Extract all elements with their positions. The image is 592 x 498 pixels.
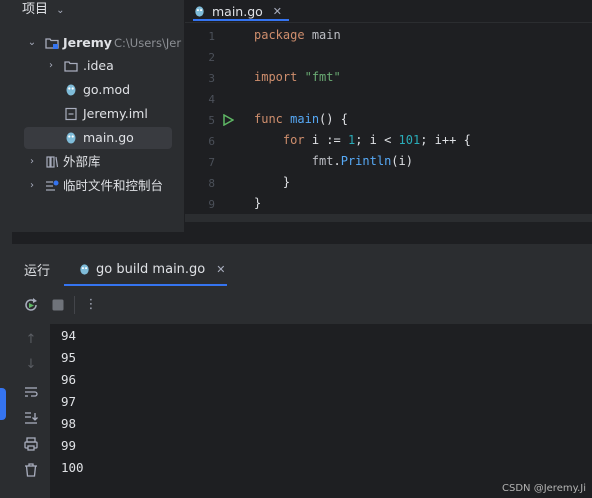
arrow-up-icon[interactable]: ↑	[23, 332, 39, 348]
soft-wrap-icon[interactable]	[23, 384, 39, 400]
library-icon	[46, 156, 59, 168]
output-line: 97	[61, 394, 77, 409]
project-title: 项目	[22, 2, 49, 17]
chevron-down-icon: ⌄	[27, 37, 37, 48]
code-editor[interactable]: main.go ✕ 1 2 3 4 5 6 7 8 9 package main…	[185, 0, 592, 232]
tree-item-scratches[interactable]: › 临时文件和控制台	[12, 175, 184, 197]
rerun-icon[interactable]	[23, 297, 39, 313]
code-line-6: for i := 1; i < 101; i++ {	[282, 133, 471, 147]
tab-go-build-main[interactable]: go build main.go ✕	[78, 258, 225, 280]
chevron-right-icon: ›	[30, 156, 34, 167]
output-line: 95	[61, 350, 77, 365]
code-line-5: func main() {	[254, 112, 348, 126]
editor-tab-bar: main.go ✕	[185, 0, 592, 23]
toolbar-divider	[74, 296, 75, 314]
tree-item-label: .idea	[83, 58, 114, 73]
chevron-right-icon: ›	[30, 180, 34, 191]
tree-item-label: 临时文件和控制台	[63, 178, 164, 193]
project-header[interactable]: 项目 ⌄	[22, 0, 65, 17]
run-toolbar: ⋮	[12, 290, 592, 320]
stop-icon[interactable]	[51, 298, 65, 312]
line-number: 9	[208, 198, 215, 211]
tree-item-go-mod[interactable]: go.mod	[12, 79, 184, 101]
run-gutter-icon[interactable]	[222, 114, 234, 126]
close-icon[interactable]: ✕	[273, 5, 282, 18]
line-number: 5	[208, 114, 215, 127]
tree-item-label: go.mod	[83, 82, 131, 97]
tree-item-jeremy-iml[interactable]: Jeremy.iml	[12, 103, 184, 125]
file-icon	[65, 107, 77, 121]
console-output[interactable]: 94 95 96 97 98 99 100	[50, 324, 592, 498]
tree-item-jeremy[interactable]: ⌄ Jeremy C:\Users\Jer	[12, 32, 184, 54]
code-line-9: }	[254, 196, 262, 210]
line-number: 4	[208, 93, 215, 106]
line-number: 3	[208, 72, 215, 85]
line-number: 8	[208, 177, 215, 190]
tree-item-main-go[interactable]: main.go	[24, 127, 172, 149]
active-tool-indicator[interactable]	[0, 388, 6, 420]
output-line: 96	[61, 372, 77, 387]
tree-item-label: main.go	[83, 130, 134, 145]
tree-item-idea[interactable]: › .idea	[12, 55, 184, 77]
go-run-config-icon	[80, 263, 89, 275]
line-number-gutter: 1 2 3 4 5 6 7 8 9	[185, 24, 247, 224]
folder-icon	[64, 61, 78, 72]
tree-item-label: 外部库	[63, 154, 101, 169]
close-icon[interactable]: ✕	[216, 263, 225, 276]
scratches-icon	[46, 180, 59, 191]
scroll-to-end-icon[interactable]	[23, 410, 39, 426]
chevron-right-icon: ›	[49, 60, 53, 71]
line-number: 1	[208, 30, 215, 43]
code-line-7: fmt.Println(i)	[311, 154, 413, 168]
print-icon[interactable]	[23, 436, 39, 452]
more-options-icon[interactable]: ⋮	[83, 297, 99, 313]
output-line: 94	[61, 328, 77, 343]
code-line-3: import "fmt"	[254, 70, 341, 84]
tree-item-label: Jeremy.iml	[83, 106, 148, 121]
tree-item-external-libraries[interactable]: › 外部库	[12, 151, 184, 173]
line-number: 6	[208, 135, 215, 148]
line-number: 2	[208, 51, 215, 64]
tree-item-path: C:\Users\Jer	[114, 36, 182, 50]
arrow-down-icon[interactable]: ↓	[23, 357, 39, 373]
active-run-tab-indicator	[64, 284, 227, 286]
code-line-8: }	[254, 175, 291, 189]
project-panel: 项目 ⌄ ⌄ Jeremy C:\Users\Jer › .idea go.mo…	[12, 0, 184, 232]
watermark: CSDN @Jeremy.Ji	[502, 483, 586, 494]
module-folder-icon	[45, 38, 59, 49]
go-file-icon	[195, 5, 204, 17]
line-number: 7	[208, 156, 215, 169]
run-panel: 运行 go build main.go ✕ ⋮ ↑ ↓ 94 95 96 97 …	[12, 246, 592, 498]
code-line-1: package main	[254, 28, 341, 42]
editor-horizontal-scrollbar[interactable]	[185, 214, 592, 222]
output-line: 98	[61, 416, 77, 431]
console-side-toolbar: ↑ ↓	[12, 324, 50, 498]
tree-item-label: Jeremy	[63, 35, 112, 50]
run-panel-title: 运行	[24, 264, 51, 279]
go-file-icon	[66, 132, 76, 144]
trash-icon[interactable]	[23, 462, 39, 478]
output-line: 100	[61, 460, 84, 475]
chevron-down-icon: ⌄	[56, 5, 65, 16]
output-line: 99	[61, 438, 77, 453]
tab-label: main.go	[212, 3, 263, 19]
go-mod-icon	[66, 84, 76, 96]
active-tab-indicator	[193, 19, 289, 21]
run-tab-label: go build main.go	[96, 261, 206, 277]
